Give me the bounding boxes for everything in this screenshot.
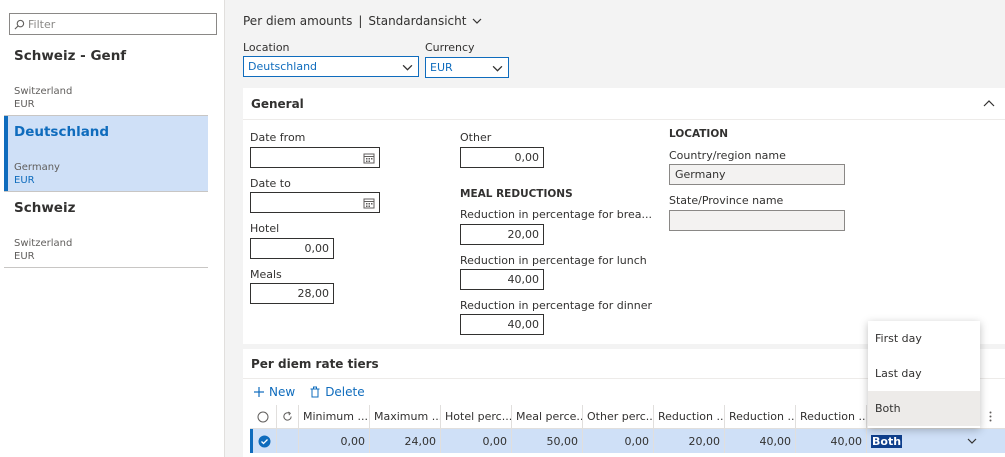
breakfast-reduction-label: Reduction in percentage for brea...: [460, 208, 653, 221]
list-item[interactable]: Schweiz Switzerland EUR: [4, 192, 208, 268]
grid-toolbar: New Delete: [253, 385, 365, 399]
chevron-down-icon: [402, 64, 413, 71]
chevron-up-icon[interactable]: [983, 98, 995, 110]
table-cell[interactable]: 0,00: [441, 429, 512, 453]
currency-value: EUR: [430, 61, 453, 74]
meals-label: Meals: [250, 268, 282, 281]
list-item-country: Switzerland: [14, 238, 73, 249]
list-item-currency: EUR: [14, 99, 35, 110]
search-icon: [14, 19, 25, 29]
list-item-country: Switzerland: [14, 86, 73, 97]
currency-label: Currency: [425, 41, 475, 54]
dropdown-option-both[interactable]: Both: [868, 391, 980, 426]
refresh-button[interactable]: [277, 405, 299, 428]
hotel-field[interactable]: 0,00: [250, 238, 334, 259]
country-label: Country/region name: [669, 149, 786, 162]
checkmark-circle-icon: [258, 435, 271, 447]
lunch-reduction-field[interactable]: 40,00: [460, 269, 544, 290]
breadcrumb: Per diem amounts | Standardansicht: [243, 14, 482, 28]
general-section: General Date from Date to Hotel 0,00 Mea…: [243, 88, 1005, 344]
table-cell[interactable]: 0,00: [299, 429, 370, 453]
apply-on-dropdown-list: First day Last day Both: [868, 321, 980, 428]
dinner-reduction-field[interactable]: 40,00: [460, 314, 544, 335]
table-cell[interactable]: 50,00: [512, 429, 583, 453]
table-cell[interactable]: 40,00: [796, 429, 867, 453]
list-item-title: Schweiz: [14, 200, 76, 216]
list-item[interactable]: Schweiz - Genf Switzerland EUR: [4, 40, 208, 116]
more-options-button[interactable]: [977, 405, 1003, 428]
currency-select[interactable]: EUR: [425, 57, 509, 78]
list-item-title: Deutschland: [14, 124, 110, 140]
chevron-down-icon[interactable]: [472, 16, 482, 26]
location-label: Location: [243, 41, 290, 54]
hotel-label: Hotel: [250, 222, 280, 235]
date-from-field[interactable]: [250, 147, 380, 168]
column-header[interactable]: Hotel perc...: [441, 405, 512, 428]
location-value: Deutschland: [248, 60, 318, 73]
column-header[interactable]: Reduction ...: [725, 405, 796, 428]
circle-icon: [257, 411, 269, 422]
trash-icon: [310, 386, 320, 398]
meals-field[interactable]: 28,00: [250, 283, 334, 304]
list-item-country: Germany: [14, 162, 60, 173]
location-select[interactable]: Deutschland: [243, 56, 419, 77]
record-list-pane: Filter Schweiz - Genf Switzerland EUR De…: [0, 0, 225, 457]
state-label: State/Province name: [669, 194, 784, 207]
apply-on-value: Both: [871, 434, 903, 448]
breadcrumb-separator: |: [358, 14, 363, 28]
row-spacer: [277, 429, 299, 453]
list-item[interactable]: Deutschland Germany EUR: [4, 116, 208, 192]
select-all-checkbox[interactable]: [250, 405, 277, 428]
dropdown-option-first-day[interactable]: First day: [868, 321, 980, 356]
table-cell[interactable]: 40,00: [725, 429, 796, 453]
delete-button[interactable]: Delete: [309, 385, 365, 399]
general-section-header[interactable]: General: [243, 88, 1005, 120]
new-label: New: [269, 385, 296, 399]
date-from-label: Date from: [250, 131, 306, 144]
table-cell[interactable]: 24,00: [370, 429, 441, 453]
chevron-down-icon: [492, 65, 503, 72]
view-selector[interactable]: Standardansicht: [368, 14, 466, 28]
column-header[interactable]: Meal perce...: [512, 405, 583, 428]
table-cell[interactable]: 0,00: [583, 429, 654, 453]
table-cell[interactable]: 20,00: [654, 429, 725, 453]
page-title: Per diem amounts: [243, 14, 353, 28]
column-header[interactable]: Maximum ...: [370, 405, 441, 428]
lunch-reduction-label: Reduction in percentage for lunch: [460, 254, 647, 267]
section-title: General: [251, 96, 304, 111]
dropdown-option-last-day[interactable]: Last day: [868, 356, 980, 391]
chevron-down-icon[interactable]: [967, 436, 977, 446]
country-field: Germany: [669, 164, 845, 185]
delete-label: Delete: [325, 385, 365, 399]
date-to-field[interactable]: [250, 192, 380, 213]
row-checkbox[interactable]: [253, 429, 277, 453]
calendar-icon[interactable]: [363, 197, 375, 209]
list-item-title: Schweiz - Genf: [14, 48, 127, 64]
column-header[interactable]: Other perc...: [583, 405, 654, 428]
other-label: Other: [460, 131, 492, 144]
record-list: Schweiz - Genf Switzerland EUR Deutschla…: [4, 40, 208, 268]
state-field: [669, 210, 845, 231]
filter-input[interactable]: Filter: [9, 13, 217, 35]
date-to-label: Date to: [250, 177, 291, 190]
apply-on-select[interactable]: Both: [867, 429, 1003, 453]
plus-icon: [254, 387, 264, 397]
calendar-icon[interactable]: [363, 152, 375, 164]
filter-placeholder: Filter: [28, 17, 56, 31]
breakfast-reduction-field[interactable]: 20,00: [460, 224, 544, 245]
column-header[interactable]: Minimum ...: [299, 405, 370, 428]
location-heading: LOCATION: [669, 128, 729, 140]
table-row[interactable]: 0,00 24,00 0,00 50,00 0,00 20,00 40,00 4…: [250, 429, 1005, 453]
other-field[interactable]: 0,00: [460, 147, 544, 168]
new-button[interactable]: New: [253, 385, 295, 399]
column-header[interactable]: Reduction ...: [654, 405, 725, 428]
meal-reductions-heading: MEAL REDUCTIONS: [460, 188, 573, 200]
column-header[interactable]: Reduction ...: [796, 405, 867, 428]
section-title: Per diem rate tiers: [251, 356, 379, 371]
refresh-icon: [283, 411, 292, 421]
list-item-currency: EUR: [14, 175, 35, 186]
list-item-currency: EUR: [14, 251, 35, 262]
more-vertical-icon: [989, 411, 991, 422]
dinner-reduction-label: Reduction in percentage for dinner: [460, 299, 653, 312]
